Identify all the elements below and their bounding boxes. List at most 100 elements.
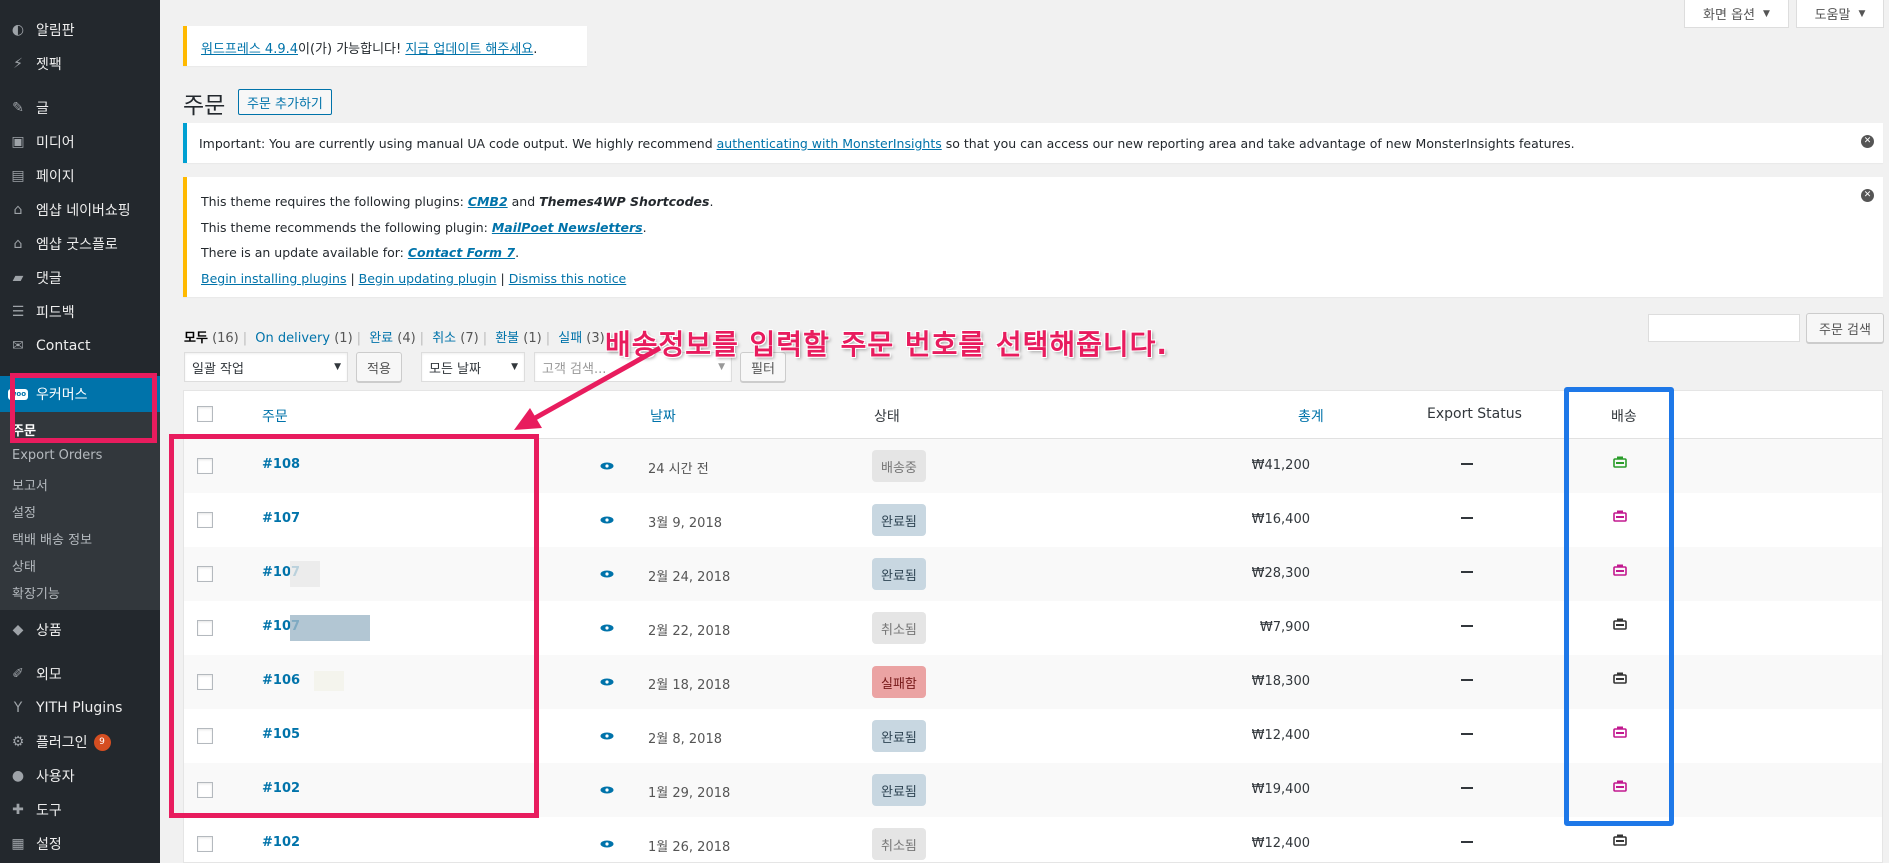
yith-icon: Y [13,700,23,716]
shipping-truck-icon[interactable] [1613,834,1627,846]
order-date: 2월 24, 2018 [648,570,731,585]
contact-form-7-link[interactable]: Contact Form 7 [408,245,515,260]
column-status: 상태 [874,409,900,425]
cmb2-link[interactable]: CMB2 [468,194,508,209]
menu-yith[interactable]: Y YITH Plugins [0,692,160,724]
menu-products[interactable]: ◆ 상품 [0,614,160,646]
menu-appearance[interactable]: ✐ 외모 [0,658,160,690]
row-checkbox[interactable] [197,836,213,852]
menu-goodsflow[interactable]: ⌂ 엠샵 굿스플로 [0,228,160,260]
order-total: ₩41,200 [1251,458,1310,473]
preview-eye-icon[interactable] [600,732,614,740]
submenu-delivery-info[interactable]: 택배 배송 정보 [12,529,92,548]
preview-eye-icon[interactable] [600,516,614,524]
order-number-link[interactable]: #102 [262,835,300,850]
tgmpa-plugin-notice: This theme requires the following plugin… [183,177,1883,297]
filter-on-delivery[interactable]: On delivery [255,331,330,346]
export-status-dash [1461,733,1473,735]
begin-updating-link[interactable]: Begin updating plugin [359,271,497,286]
apply-button[interactable]: 적용 [356,352,402,382]
menu-comments[interactable]: ▰ 댓글 [0,262,160,294]
submenu-settings[interactable]: 설정 [12,502,36,521]
order-status-badge: 배송중 [872,450,926,482]
highlight-woocommerce-menu [10,373,157,443]
export-status-dash [1461,787,1473,789]
comment-icon: ▰ [12,270,24,286]
order-total: ₩12,400 [1251,836,1310,851]
order-status-badge: 완료됨 [872,558,926,590]
settings-icon: ▦ [11,836,25,852]
export-status-dash [1461,463,1473,465]
menu-media[interactable]: ▣ 미디어 [0,126,160,158]
preview-eye-icon[interactable] [600,840,614,848]
menu-contact[interactable]: ✉ Contact [0,330,160,362]
order-total: ₩12,400 [1251,728,1310,743]
menu-posts[interactable]: ✎ 글 [0,92,160,124]
dismiss-notice-link[interactable]: Dismiss this notice [509,271,627,286]
jetpack-icon: ⚡ [13,56,23,72]
menu-tools[interactable]: ✚ 도구 [0,794,160,826]
menu-plugins[interactable]: ⚙ 플러그인 9 [0,726,160,758]
add-order-button[interactable]: 주문 추가하기 [238,89,332,115]
order-date: 24 시간 전 [648,462,709,477]
order-date: 1월 26, 2018 [648,840,731,855]
highlight-shipping-column [1564,387,1674,826]
preview-eye-icon[interactable] [600,570,614,578]
dismiss-icon[interactable]: ✕ [1861,189,1874,202]
submenu-extensions[interactable]: 확장기능 [12,583,60,602]
monsterinsights-auth-link[interactable]: authenticating with MonsterInsights [717,136,942,151]
select-all-checkbox[interactable] [197,406,213,422]
order-search-input[interactable] [1648,314,1800,342]
mail-icon: ✉ [12,338,24,354]
menu-dashboard[interactable]: ◐ 알림판 [0,14,160,46]
plugin-icon: ⚙ [11,734,25,750]
export-status-dash [1461,571,1473,573]
caret-down-icon: ▼ [334,362,341,372]
preview-eye-icon[interactable] [600,786,614,794]
shop-icon: ⌂ [13,202,23,218]
wrench-icon: ✚ [12,802,24,818]
filter-refunded[interactable]: 환불 [495,331,519,346]
highlight-order-numbers [169,434,539,818]
help-button[interactable]: 도움말 ▼ [1796,0,1884,28]
begin-installing-link[interactable]: Begin installing plugins [201,271,346,286]
export-status-dash [1461,625,1473,627]
menu-jetpack[interactable]: ⚡ 젯팩 [0,48,160,80]
bulk-action-select[interactable]: 일괄 작업 ▼ [184,352,348,382]
shop-icon: ⌂ [13,236,23,252]
submenu-status[interactable]: 상태 [12,556,36,575]
search-orders-button[interactable]: 주문 검색 [1806,313,1884,343]
order-date: 1월 29, 2018 [648,786,731,801]
filter-completed[interactable]: 완료 [369,331,393,346]
column-date[interactable]: 날짜 [650,406,676,426]
export-status-dash [1461,841,1473,843]
preview-eye-icon[interactable] [600,678,614,686]
status-filters: 모두 (16) | On delivery (1) | 완료 (4) | 취소 (7)… [184,331,605,346]
menu-pages[interactable]: ▤ 페이지 [0,160,160,192]
menu-feedback[interactable]: ☰ 피드백 [0,296,160,328]
filter-all[interactable]: 모두 [184,331,208,346]
column-order[interactable]: 주문 [262,406,288,426]
screen-options-button[interactable]: 화면 옵션 ▼ [1684,0,1789,28]
filter-cancelled[interactable]: 취소 [432,331,456,346]
column-total[interactable]: 총계 [1298,406,1324,426]
mailpoet-link[interactable]: MailPoet Newsletters [492,220,643,235]
order-status-badge: 완료됨 [872,774,926,806]
submenu-reports[interactable]: 보고서 [12,475,48,494]
menu-users[interactable]: ● 사용자 [0,760,160,792]
wordpress-version-link[interactable]: 워드프레스 4.9.4 [201,42,298,57]
submenu-export-orders[interactable]: Export Orders [12,448,102,463]
order-status-badge: 완료됨 [872,720,926,752]
order-total: ₩16,400 [1251,512,1310,527]
menu-naver-shopping[interactable]: ⌂ 엠샵 네이버쇼핑 [0,194,160,226]
dismiss-icon[interactable]: ✕ [1861,135,1874,148]
preview-eye-icon[interactable] [600,462,614,470]
feedback-icon: ☰ [11,304,25,320]
preview-eye-icon[interactable] [600,624,614,632]
update-now-link[interactable]: 지금 업데이트 해주세요 [405,42,533,57]
menu-settings[interactable]: ▦ 설정 [0,828,160,860]
caret-down-icon: ▼ [1858,8,1866,19]
dashboard-icon: ◐ [11,22,25,38]
filter-failed[interactable]: 실패 [558,331,582,346]
date-filter-select[interactable]: 모든 날짜 ▼ [421,352,525,382]
